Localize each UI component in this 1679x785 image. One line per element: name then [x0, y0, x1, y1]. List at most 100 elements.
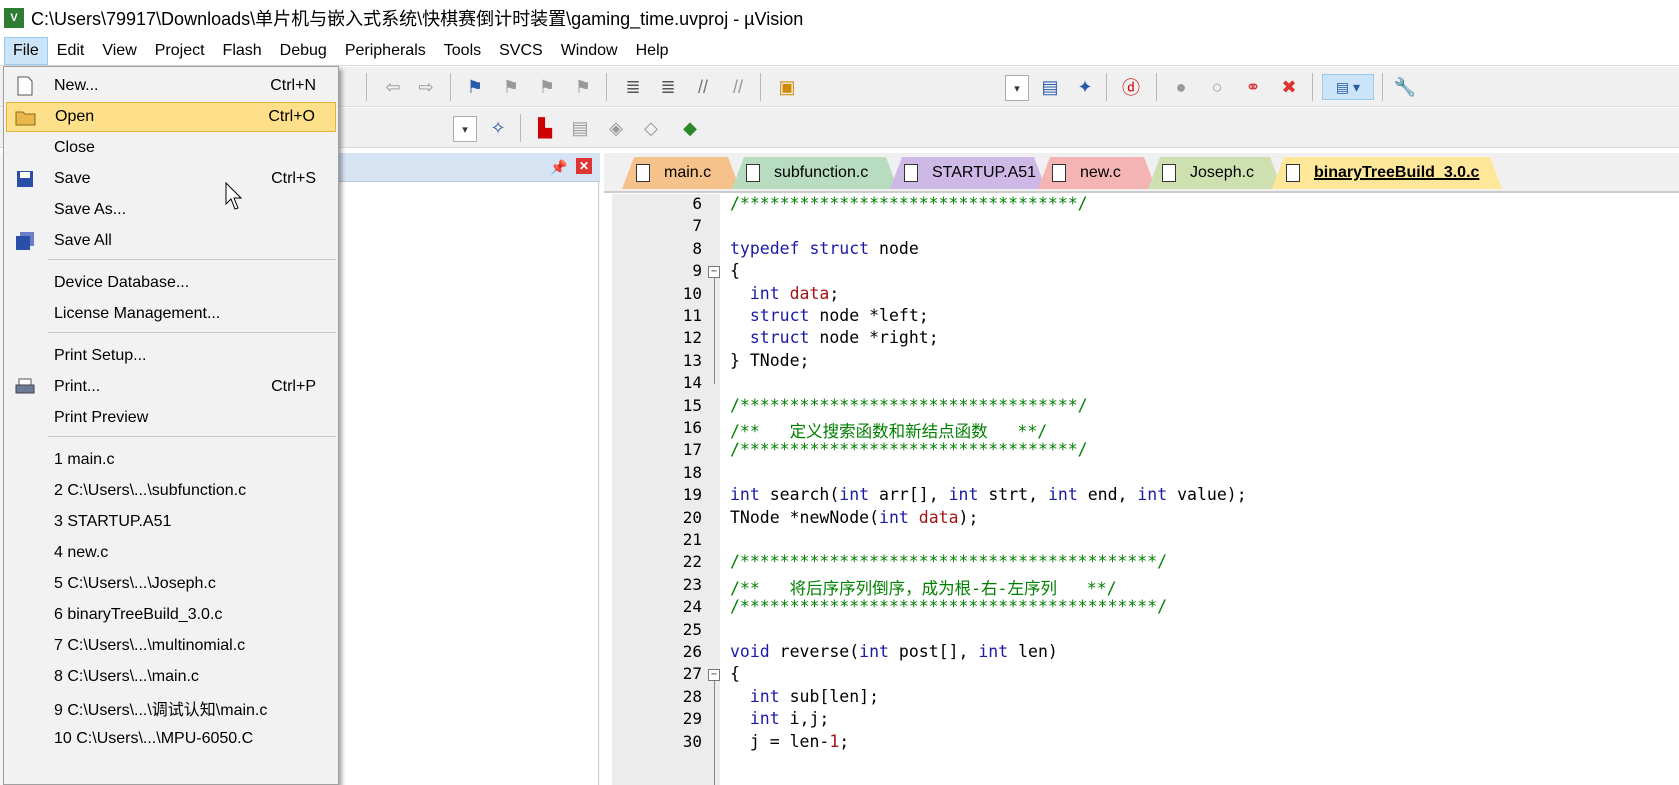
- menu-flash[interactable]: Flash: [214, 37, 271, 65]
- debug-session-icon[interactable]: ⓓ: [1118, 74, 1144, 100]
- uncomment-icon[interactable]: //: [725, 74, 751, 100]
- toolbar-separator: [1106, 73, 1107, 101]
- menu-item-close[interactable]: Close: [6, 133, 336, 163]
- toolbar-separator: [760, 73, 761, 101]
- insert-breakpoint-icon[interactable]: ●: [1168, 74, 1194, 100]
- find-combo-dropdown[interactable]: ▾: [1005, 75, 1029, 101]
- code-line[interactable]: struct node *left;: [730, 306, 929, 325]
- menu-help[interactable]: Help: [627, 37, 678, 65]
- code-line[interactable]: /** 定义搜索函数和新结点函数 **/: [730, 418, 1047, 442]
- recent-file-item[interactable]: 10 C:\Users\...\MPU-6050.C: [6, 724, 336, 754]
- menu-peripherals[interactable]: Peripherals: [336, 37, 435, 65]
- menu-item-device-database[interactable]: Device Database...: [6, 268, 336, 298]
- configure-icon[interactable]: 🔧: [1392, 74, 1418, 100]
- menu-svcs[interactable]: SVCS: [490, 37, 552, 65]
- code-line[interactable]: /**********************************/: [730, 396, 1088, 415]
- enable-breakpoint-icon[interactable]: ○: [1204, 74, 1230, 100]
- tab-subfunction-c[interactable]: subfunction.c: [732, 157, 898, 189]
- menu-item-print-setup[interactable]: Print Setup...: [6, 341, 336, 371]
- menu-project[interactable]: Project: [146, 37, 214, 65]
- kill-breakpoints-icon[interactable]: ✖: [1276, 74, 1302, 100]
- line-number: 8: [692, 238, 702, 258]
- recent-file-item[interactable]: 5 C:\Users\...\Joseph.c: [6, 569, 336, 599]
- menu-item-license-management[interactable]: License Management...: [6, 299, 336, 329]
- code-line[interactable]: } TNode;: [730, 351, 809, 370]
- recent-file-item[interactable]: 4 new.c: [6, 538, 336, 568]
- fold-toggle-icon[interactable]: −: [708, 669, 720, 682]
- select-pack-icon[interactable]: ▤: [567, 115, 593, 141]
- menu-item-save[interactable]: Save Ctrl+S: [6, 164, 336, 194]
- clear-bookmarks-icon[interactable]: ⚑: [570, 74, 596, 100]
- menu-window[interactable]: Window: [552, 37, 627, 65]
- recent-file-item[interactable]: 3 STARTUP.A51: [6, 507, 336, 537]
- tab-binarytreebuild-c[interactable]: binaryTreeBuild_3.0.c: [1272, 157, 1502, 189]
- menu-file[interactable]: File: [4, 36, 48, 65]
- find-in-files-icon[interactable]: ▣: [774, 74, 800, 100]
- manage-components-icon[interactable]: ▙: [532, 115, 558, 141]
- tab-joseph-c[interactable]: Joseph.c: [1148, 157, 1282, 189]
- disable-breakpoints-icon[interactable]: ⚭: [1240, 74, 1266, 100]
- project-tree[interactable]: [320, 182, 599, 785]
- recent-file-item[interactable]: 9 C:\Users\...\调试认知\main.c: [6, 693, 336, 723]
- menu-item-open[interactable]: Open Ctrl+O: [6, 102, 336, 132]
- line-number: 15: [682, 395, 702, 415]
- menu-item-print-preview[interactable]: Print Preview: [6, 403, 336, 433]
- comment-icon[interactable]: //: [690, 74, 716, 100]
- code-line[interactable]: int search(int arr[], int strt, int end,…: [730, 485, 1247, 504]
- manage-rte-icon[interactable]: ◈: [603, 115, 629, 141]
- batch-setup-icon[interactable]: ◆: [677, 115, 703, 141]
- code-line[interactable]: int sub[len];: [730, 687, 879, 706]
- tab-startup-a51[interactable]: STARTUP.A51: [890, 157, 1046, 189]
- menu-item-save-as[interactable]: Save As...: [6, 195, 336, 225]
- code-line[interactable]: struct node *right;: [730, 328, 939, 347]
- menu-edit[interactable]: Edit: [48, 37, 94, 65]
- window-layout-dropdown[interactable]: ▤ ▾: [1322, 74, 1374, 100]
- bookmark-icon[interactable]: ⚑: [462, 74, 488, 100]
- code-line[interactable]: {: [730, 261, 740, 280]
- fold-toggle-icon[interactable]: −: [708, 266, 720, 279]
- code-line[interactable]: void reverse(int post[], int len): [730, 642, 1058, 661]
- code-line[interactable]: typedef struct node: [730, 239, 919, 258]
- code-line[interactable]: /***************************************…: [730, 597, 1167, 616]
- menu-item-new[interactable]: New... Ctrl+N: [6, 71, 336, 101]
- menu-tools[interactable]: Tools: [435, 37, 490, 65]
- code-line[interactable]: j = len-1;: [730, 732, 849, 751]
- uvision-app-icon: V: [4, 8, 24, 28]
- tab-new-c[interactable]: new.c: [1038, 157, 1156, 189]
- code-line[interactable]: {: [730, 664, 740, 683]
- code-line[interactable]: int data;: [730, 284, 839, 303]
- code-line[interactable]: /** 将后序序列倒序，成为根-右-左序列 **/: [730, 575, 1117, 599]
- pin-icon[interactable]: 📌: [550, 159, 567, 176]
- toolbar-separator: [366, 73, 367, 101]
- code-line[interactable]: int i,j;: [730, 709, 829, 728]
- recent-file-item[interactable]: 7 C:\Users\...\multinomial.c: [6, 631, 336, 661]
- find-icon[interactable]: ▤: [1037, 74, 1063, 100]
- recent-file-item[interactable]: 2 C:\Users\...\subfunction.c: [6, 476, 336, 506]
- menu-view[interactable]: View: [93, 37, 145, 65]
- code-line[interactable]: /***************************************…: [730, 552, 1167, 571]
- navigate-back-icon[interactable]: ⇦: [380, 74, 406, 100]
- menu-debug[interactable]: Debug: [271, 37, 336, 65]
- unindent-icon[interactable]: ≣: [655, 74, 681, 100]
- save-icon: [14, 168, 36, 190]
- code-line[interactable]: /**********************************/: [730, 440, 1088, 459]
- incremental-find-icon[interactable]: ✦: [1072, 74, 1098, 100]
- tab-main-c[interactable]: main.c: [622, 157, 740, 189]
- close-pane-icon[interactable]: ✕: [576, 158, 592, 174]
- recent-file-item[interactable]: 1 main.c: [6, 445, 336, 475]
- pack-installer-icon[interactable]: ◇: [638, 115, 664, 141]
- target-combo-dropdown[interactable]: ▾: [453, 116, 477, 142]
- file-menu-dropdown: New... Ctrl+N Open Ctrl+O Close Save Ctr…: [3, 66, 339, 785]
- prev-bookmark-icon[interactable]: ⚑: [498, 74, 524, 100]
- next-bookmark-icon[interactable]: ⚑: [534, 74, 560, 100]
- menu-item-save-all[interactable]: Save All: [6, 226, 336, 256]
- navigate-forward-icon[interactable]: ⇨: [413, 74, 439, 100]
- menu-item-print[interactable]: Print... Ctrl+P: [6, 372, 336, 402]
- line-number: 7: [692, 216, 702, 236]
- indent-icon[interactable]: ≣: [620, 74, 646, 100]
- code-line[interactable]: TNode *newNode(int data);: [730, 508, 978, 527]
- recent-file-item[interactable]: 6 binaryTreeBuild_3.0.c: [6, 600, 336, 630]
- recent-file-item[interactable]: 8 C:\Users\...\main.c: [6, 662, 336, 692]
- code-line[interactable]: /**********************************/: [730, 194, 1088, 213]
- target-options-icon[interactable]: ✧: [485, 115, 511, 141]
